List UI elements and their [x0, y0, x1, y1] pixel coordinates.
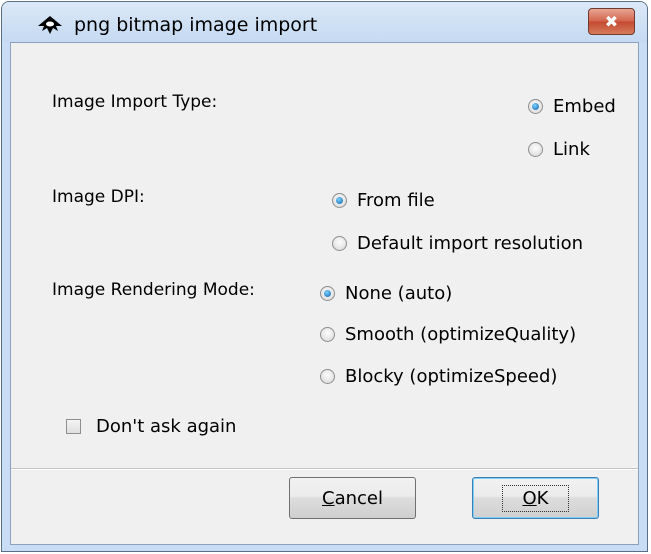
- title-bar[interactable]: png bitmap image import ✖: [2, 2, 647, 42]
- radio-from-file-label: From file: [357, 189, 435, 211]
- ok-label-rest: K: [536, 487, 549, 509]
- close-button[interactable]: ✖: [588, 8, 635, 35]
- dont-ask-again-box[interactable]: [66, 418, 81, 434]
- dont-ask-again-checkbox[interactable]: Don't ask again: [66, 415, 236, 437]
- dialog-body: Image Import Type: Embed Link Image DPI:…: [10, 42, 639, 545]
- radio-from-file-indicator[interactable]: [332, 192, 347, 208]
- dialog-window: png bitmap image import ✖ Image Import T…: [1, 1, 648, 552]
- rendering-mode-label: Image Rendering Mode:: [52, 280, 255, 300]
- radio-none-auto-label: None (auto): [345, 282, 453, 304]
- cancel-button[interactable]: Cancel: [289, 477, 416, 519]
- cancel-label-rest: ancel: [334, 487, 383, 509]
- radio-link[interactable]: Link: [528, 138, 590, 160]
- cancel-mnemonic: C: [322, 487, 335, 509]
- radio-from-file[interactable]: From file: [332, 189, 435, 211]
- close-icon: ✖: [604, 12, 619, 31]
- dpi-label: Image DPI:: [52, 187, 145, 207]
- ok-button[interactable]: OK: [472, 477, 599, 519]
- radio-link-label: Link: [553, 138, 590, 160]
- radio-embed-label: Embed: [553, 95, 616, 117]
- window-title: png bitmap image import: [74, 14, 318, 36]
- inkscape-logo-icon: [38, 16, 62, 34]
- radio-none-auto[interactable]: None (auto): [320, 282, 452, 304]
- radio-smooth[interactable]: Smooth (optimizeQuality): [320, 323, 576, 345]
- radio-none-auto-indicator[interactable]: [320, 285, 335, 301]
- radio-default-resolution-indicator[interactable]: [332, 235, 347, 251]
- radio-smooth-label: Smooth (optimizeQuality): [345, 323, 577, 345]
- radio-smooth-indicator[interactable]: [320, 326, 335, 342]
- dont-ask-again-label: Don't ask again: [96, 415, 237, 437]
- radio-default-resolution-label: Default import resolution: [357, 232, 584, 254]
- cancel-button-label: Cancel: [322, 488, 383, 509]
- radio-embed-indicator[interactable]: [528, 98, 543, 114]
- radio-blocky-label: Blocky (optimizeSpeed): [345, 365, 558, 387]
- radio-blocky-indicator[interactable]: [320, 368, 335, 384]
- button-separator: [11, 468, 638, 470]
- import-type-label: Image Import Type:: [52, 92, 218, 112]
- radio-blocky[interactable]: Blocky (optimizeSpeed): [320, 365, 557, 387]
- ok-button-label: OK: [501, 484, 570, 512]
- ok-mnemonic: O: [522, 487, 537, 509]
- radio-default-resolution[interactable]: Default import resolution: [332, 232, 583, 254]
- radio-link-indicator[interactable]: [528, 141, 543, 157]
- radio-embed[interactable]: Embed: [528, 95, 616, 117]
